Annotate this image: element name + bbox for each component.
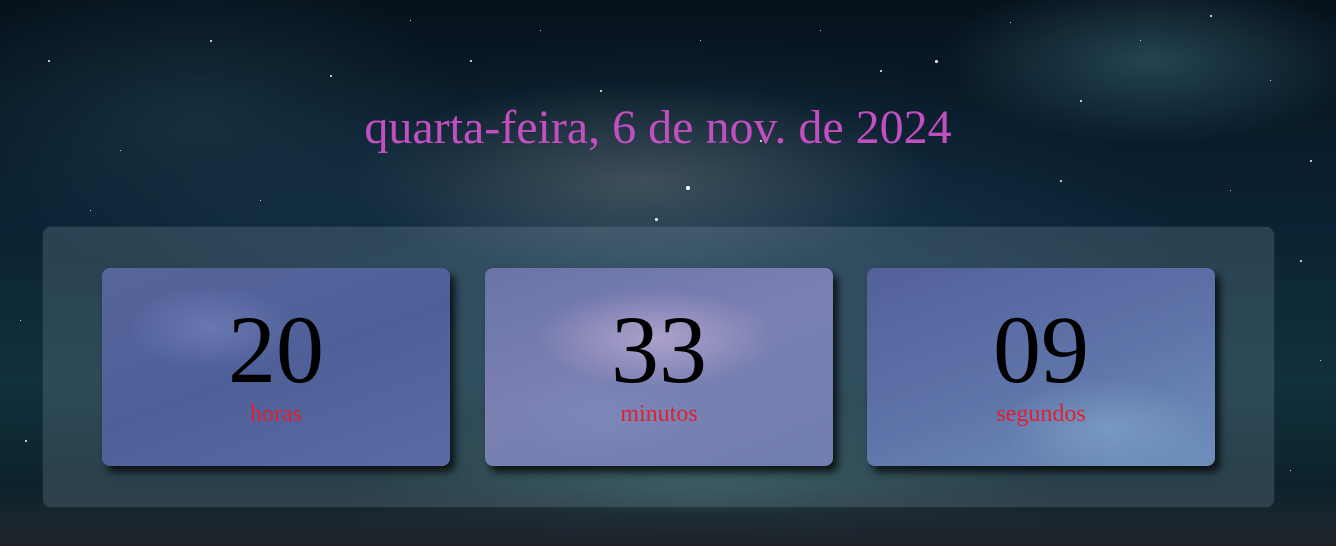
seconds-label: segundos <box>996 401 1086 427</box>
hours-label: horas <box>250 401 302 427</box>
minutes-card: 33 minutos <box>485 268 833 466</box>
seconds-value: 09 <box>993 296 1089 403</box>
minutes-label: minutos <box>620 401 698 427</box>
date-heading: quarta-feira, 6 de nov. de 2024 <box>364 101 952 154</box>
seconds-card: 09 segundos <box>867 268 1215 466</box>
hours-card: 20 horas <box>102 268 450 466</box>
minutes-value: 33 <box>611 296 707 403</box>
hours-value: 20 <box>228 296 324 403</box>
clock-panel: 20 horas 33 minutos 09 segundos <box>43 227 1274 507</box>
